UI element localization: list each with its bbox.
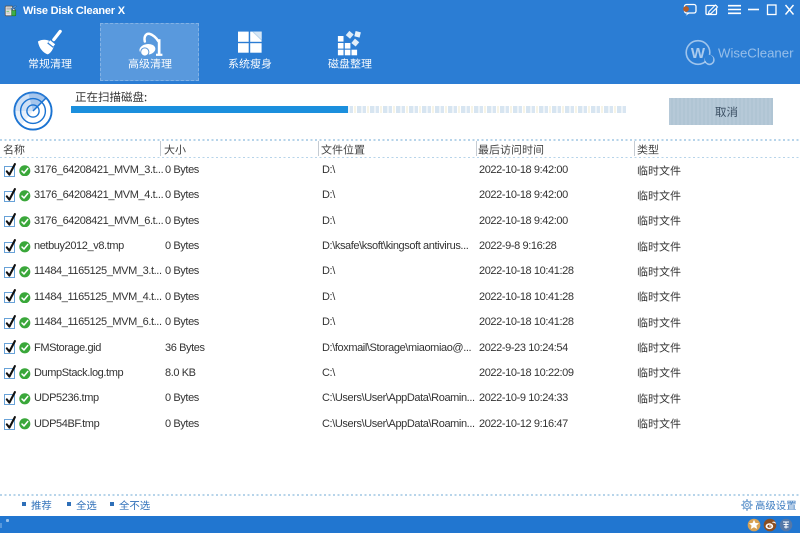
svg-text:WiseCleaner: WiseCleaner (718, 46, 794, 61)
svg-text:W: W (691, 45, 706, 62)
